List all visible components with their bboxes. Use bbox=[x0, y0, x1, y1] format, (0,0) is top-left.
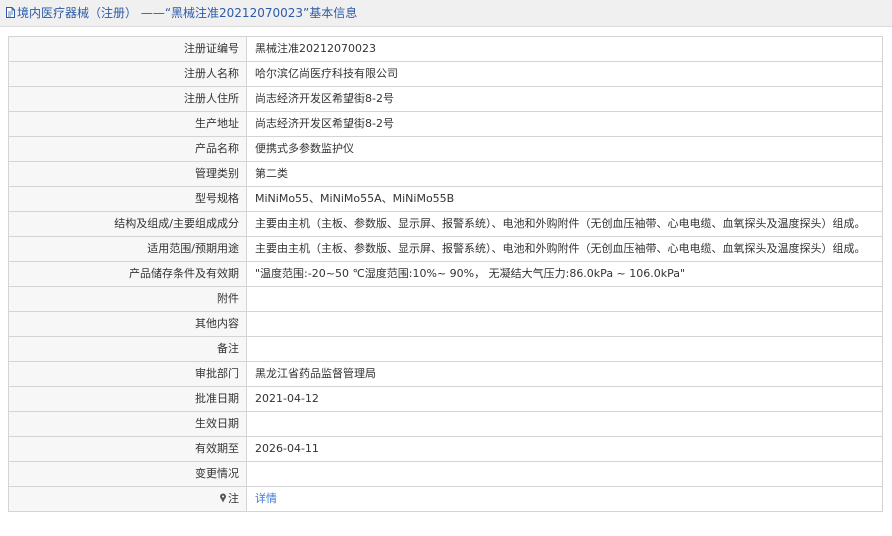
row-label: 注册证编号 bbox=[8, 36, 247, 62]
row-value: 2026-04-11 bbox=[246, 436, 883, 462]
table-row: 产品名称 便携式多参数监护仪 bbox=[8, 136, 883, 162]
row-value bbox=[246, 336, 883, 362]
row-label: 变更情况 bbox=[8, 461, 247, 487]
row-value: 尚志经济开发区希望街8-2号 bbox=[246, 111, 883, 137]
row-label: 生产地址 bbox=[8, 111, 247, 137]
table-row: 注册人住所 尚志经济开发区希望街8-2号 bbox=[8, 86, 883, 112]
table-row: 产品储存条件及有效期 "温度范围:-20~50 ℃湿度范围:10%~ 90%， 无… bbox=[8, 261, 883, 287]
note-row: 注 详情 bbox=[8, 486, 883, 512]
table-row: 其他内容 bbox=[8, 311, 883, 337]
row-value: 哈尔滨亿尚医疗科技有限公司 bbox=[246, 61, 883, 87]
row-value: 黑械注准20212070023 bbox=[246, 36, 883, 62]
row-value bbox=[246, 411, 883, 437]
table-row: 生效日期 bbox=[8, 411, 883, 437]
row-label: 型号规格 bbox=[8, 186, 247, 212]
row-label: 注册人名称 bbox=[8, 61, 247, 87]
table-row: 审批部门 黑龙江省药品监督管理局 bbox=[8, 361, 883, 387]
row-value: 尚志经济开发区希望街8-2号 bbox=[246, 86, 883, 112]
table-row: 备注 bbox=[8, 336, 883, 362]
table-row: 批准日期 2021-04-12 bbox=[8, 386, 883, 412]
row-label: 审批部门 bbox=[8, 361, 247, 387]
note-value: 详情 bbox=[246, 486, 883, 512]
row-label: 管理类别 bbox=[8, 161, 247, 187]
row-value: "温度范围:-20~50 ℃湿度范围:10%~ 90%， 无凝结大气压力:86.… bbox=[246, 261, 883, 287]
table-row: 结构及组成/主要组成成分 主要由主机（主板、参数版、显示屏、报警系统）、电池和外购… bbox=[8, 211, 883, 237]
row-label: 有效期至 bbox=[8, 436, 247, 462]
row-label: 结构及组成/主要组成成分 bbox=[8, 211, 247, 237]
table-row: 注册证编号 黑械注准20212070023 bbox=[8, 36, 883, 62]
row-value: 主要由主机（主板、参数版、显示屏、报警系统）、电池和外购附件（无创血压袖带、心电… bbox=[246, 236, 883, 262]
row-value: 第二类 bbox=[246, 161, 883, 187]
page-title: 境内医疗器械（注册） ——“黑械注准20212070023”基本信息 bbox=[17, 6, 358, 20]
details-link[interactable]: 详情 bbox=[255, 492, 277, 505]
row-value: 黑龙江省药品监督管理局 bbox=[246, 361, 883, 387]
row-value bbox=[246, 461, 883, 487]
row-label: 生效日期 bbox=[8, 411, 247, 437]
row-value: 2021-04-12 bbox=[246, 386, 883, 412]
row-label: 适用范围/预期用途 bbox=[8, 236, 247, 262]
row-value bbox=[246, 311, 883, 337]
row-value: 主要由主机（主板、参数版、显示屏、报警系统）、电池和外购附件（无创血压袖带、心电… bbox=[246, 211, 883, 237]
note-label-cell: 注 bbox=[8, 486, 247, 512]
row-label: 其他内容 bbox=[8, 311, 247, 337]
row-label: 注册人住所 bbox=[8, 86, 247, 112]
table-row: 型号规格 MiNiMo55、MiNiMo55A、MiNiMo55B bbox=[8, 186, 883, 212]
info-table: 注册证编号 黑械注准20212070023 注册人名称 哈尔滨亿尚医疗科技有限公司 注册… bbox=[8, 36, 883, 512]
table-row: 有效期至 2026-04-11 bbox=[8, 436, 883, 462]
pin-icon bbox=[220, 493, 226, 503]
row-label: 产品储存条件及有效期 bbox=[8, 261, 247, 287]
row-label: 备注 bbox=[8, 336, 247, 362]
document-icon bbox=[6, 7, 15, 18]
table-row: 注册人名称 哈尔滨亿尚医疗科技有限公司 bbox=[8, 61, 883, 87]
page-header: 境内医疗器械（注册） ——“黑械注准20212070023”基本信息 bbox=[0, 0, 892, 27]
note-label: 注 bbox=[228, 492, 239, 505]
row-value: MiNiMo55、MiNiMo55A、MiNiMo55B bbox=[246, 186, 883, 212]
row-value bbox=[246, 286, 883, 312]
row-label: 产品名称 bbox=[8, 136, 247, 162]
table-row: 变更情况 bbox=[8, 461, 883, 487]
table-row: 适用范围/预期用途 主要由主机（主板、参数版、显示屏、报警系统）、电池和外购附件（… bbox=[8, 236, 883, 262]
row-label: 批准日期 bbox=[8, 386, 247, 412]
row-label: 附件 bbox=[8, 286, 247, 312]
table-row: 管理类别 第二类 bbox=[8, 161, 883, 187]
table-row: 生产地址 尚志经济开发区希望街8-2号 bbox=[8, 111, 883, 137]
row-value: 便携式多参数监护仪 bbox=[246, 136, 883, 162]
table-row: 附件 bbox=[8, 286, 883, 312]
